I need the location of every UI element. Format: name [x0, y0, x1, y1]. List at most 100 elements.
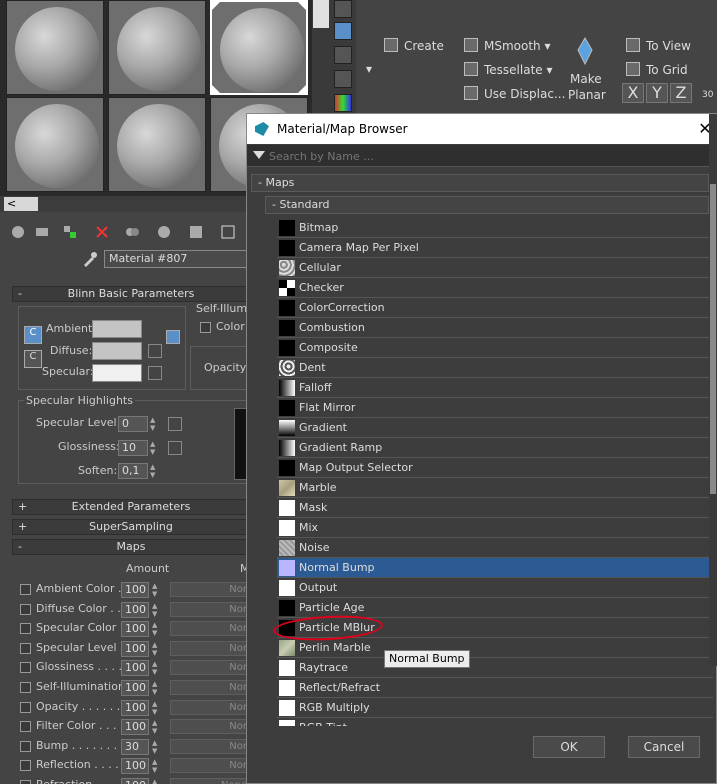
cancel-button[interactable]: Cancel: [628, 736, 700, 758]
sample-slot-5[interactable]: [108, 97, 206, 192]
map-item[interactable]: Normal Bump: [277, 558, 713, 578]
ribbon-30-label[interactable]: 30: [702, 90, 713, 100]
map-item[interactable]: Camera Map Per Pixel: [277, 238, 713, 258]
glossiness-spinner[interactable]: 10: [118, 440, 148, 456]
map-slot-button[interactable]: Nor: [170, 680, 250, 695]
get-material-icon[interactable]: [10, 224, 26, 240]
map-slot-button[interactable]: Nor: [170, 758, 250, 774]
map-slot-button[interactable]: None: [170, 778, 250, 784]
spinner-arrows-icon[interactable]: ▲▼: [152, 680, 160, 696]
map-slot-button[interactable]: Nor: [170, 738, 250, 754]
map-item[interactable]: Gradient Ramp: [277, 438, 713, 458]
map-enable-checkbox[interactable]: [20, 721, 31, 733]
sample-slot-2[interactable]: [108, 0, 206, 95]
to-grid-button[interactable]: To Grid: [626, 62, 688, 77]
search-input[interactable]: [269, 147, 709, 165]
video-color-check-icon[interactable]: [334, 94, 352, 112]
delete-icon[interactable]: [94, 224, 110, 240]
backlight-icon[interactable]: [334, 22, 352, 40]
map-enable-checkbox[interactable]: [20, 623, 31, 635]
map-slot-button[interactable]: Nor: [170, 699, 250, 715]
axis-x-button[interactable]: X: [622, 83, 644, 103]
map-item[interactable]: Output: [277, 578, 713, 598]
rollout-supersampling[interactable]: + SuperSampling: [12, 519, 250, 535]
soften-spinner[interactable]: 0,1: [118, 463, 148, 479]
map-item[interactable]: RGB Multiply: [277, 698, 713, 718]
map-amount-spinner[interactable]: 100: [121, 621, 149, 638]
tessellate-button[interactable]: Tessellate ▾: [464, 62, 553, 77]
ok-button[interactable]: OK: [533, 736, 605, 758]
lock-ambient-diffuse-button[interactable]: C: [24, 326, 42, 344]
material-name-field[interactable]: Material #807: [104, 250, 250, 268]
map-amount-spinner[interactable]: 100: [121, 582, 149, 598]
map-item[interactable]: Cellular: [277, 258, 713, 278]
map-item[interactable]: Perlin Marble: [277, 638, 713, 658]
chevron-down-icon[interactable]: ▾: [544, 39, 550, 53]
map-item[interactable]: Bitmap: [277, 218, 713, 238]
spinner-arrows-icon[interactable]: ▲▼: [150, 416, 158, 432]
rollout-extended-parameters[interactable]: + Extended Parameters: [12, 499, 250, 515]
map-item[interactable]: RGB Tint: [277, 718, 713, 726]
sample-slot-4[interactable]: [6, 97, 104, 192]
material-id-icon[interactable]: [188, 224, 204, 240]
map-enable-checkbox[interactable]: [20, 740, 31, 752]
map-amount-spinner[interactable]: 100: [121, 758, 149, 775]
eyedropper-icon[interactable]: [82, 251, 98, 267]
spinner-arrows-icon[interactable]: ▲▼: [150, 440, 158, 456]
specular-level-spinner[interactable]: 0: [118, 416, 148, 432]
map-item[interactable]: Map Output Selector: [277, 458, 713, 478]
map-amount-spinner[interactable]: 30: [121, 738, 149, 755]
assign-material-icon[interactable]: [62, 224, 78, 240]
make-planar-label-2[interactable]: Planar: [568, 88, 606, 102]
map-slot-button[interactable]: Nor: [170, 719, 250, 735]
map-item[interactable]: Gradient: [277, 418, 713, 438]
slot-scroll-left-button[interactable]: <: [4, 197, 38, 211]
map-item[interactable]: Combustion: [277, 318, 713, 338]
spinner-arrows-icon[interactable]: ▲▼: [152, 660, 160, 676]
spinner-arrows-icon[interactable]: ▲▼: [152, 778, 160, 784]
diffuse-map-button[interactable]: [148, 344, 162, 358]
map-item[interactable]: ColorCorrection: [277, 298, 713, 318]
group-standard-header[interactable]: - Standard: [265, 196, 709, 214]
map-slot-button[interactable]: Nor: [170, 601, 250, 617]
sample-slot-active[interactable]: [210, 0, 308, 95]
map-item[interactable]: Mask: [277, 498, 713, 518]
map-slot-button[interactable]: Nor: [170, 582, 250, 597]
spinner-arrows-icon[interactable]: ▲▼: [152, 641, 160, 657]
specular-level-map-button[interactable]: [168, 417, 182, 431]
map-item[interactable]: Composite: [277, 338, 713, 358]
options-dropdown-icon[interactable]: [253, 151, 265, 159]
glossiness-map-button[interactable]: [168, 441, 182, 455]
sample-type-icon[interactable]: [334, 0, 352, 18]
map-amount-spinner[interactable]: 100: [121, 719, 149, 736]
axis-y-button[interactable]: Y: [646, 83, 668, 103]
map-slot-button[interactable]: Nor: [170, 621, 250, 637]
self-illum-color-checkbox[interactable]: [200, 322, 211, 333]
map-amount-spinner[interactable]: 100: [121, 660, 149, 677]
spinner-arrows-icon[interactable]: ▲▼: [152, 602, 160, 618]
show-map-icon[interactable]: [220, 224, 236, 240]
map-item[interactable]: Mix: [277, 518, 713, 538]
map-item[interactable]: Raytrace: [277, 658, 713, 678]
sample-slot-1[interactable]: [6, 0, 104, 95]
use-displace-button[interactable]: Use Displac...: [464, 86, 565, 101]
map-item[interactable]: Marble: [277, 478, 713, 498]
map-amount-spinner[interactable]: 100: [121, 601, 149, 618]
sample-uv-tiling-icon[interactable]: [334, 70, 352, 88]
spinner-arrows-icon[interactable]: ▲▼: [152, 719, 160, 735]
to-view-button[interactable]: To View: [626, 38, 691, 53]
map-amount-spinner[interactable]: 100: [121, 640, 149, 657]
ambient-color-swatch[interactable]: [92, 320, 142, 338]
map-slot-button[interactable]: Nor: [170, 640, 250, 656]
map-enable-checkbox[interactable]: [20, 780, 31, 784]
map-amount-spinner[interactable]: 100: [121, 699, 149, 716]
slot-vertical-scrollbar[interactable]: [313, 0, 329, 28]
make-planar-icon[interactable]: [570, 36, 600, 66]
map-item[interactable]: Noise: [277, 538, 713, 558]
make-unique-icon[interactable]: [124, 224, 140, 240]
spinner-arrows-icon[interactable]: ▲▼: [152, 739, 160, 755]
axis-z-button[interactable]: Z: [670, 83, 692, 103]
map-amount-spinner[interactable]: 100: [121, 680, 149, 696]
list-scrollbar-thumb[interactable]: [710, 184, 716, 494]
map-enable-checkbox[interactable]: [20, 603, 31, 615]
